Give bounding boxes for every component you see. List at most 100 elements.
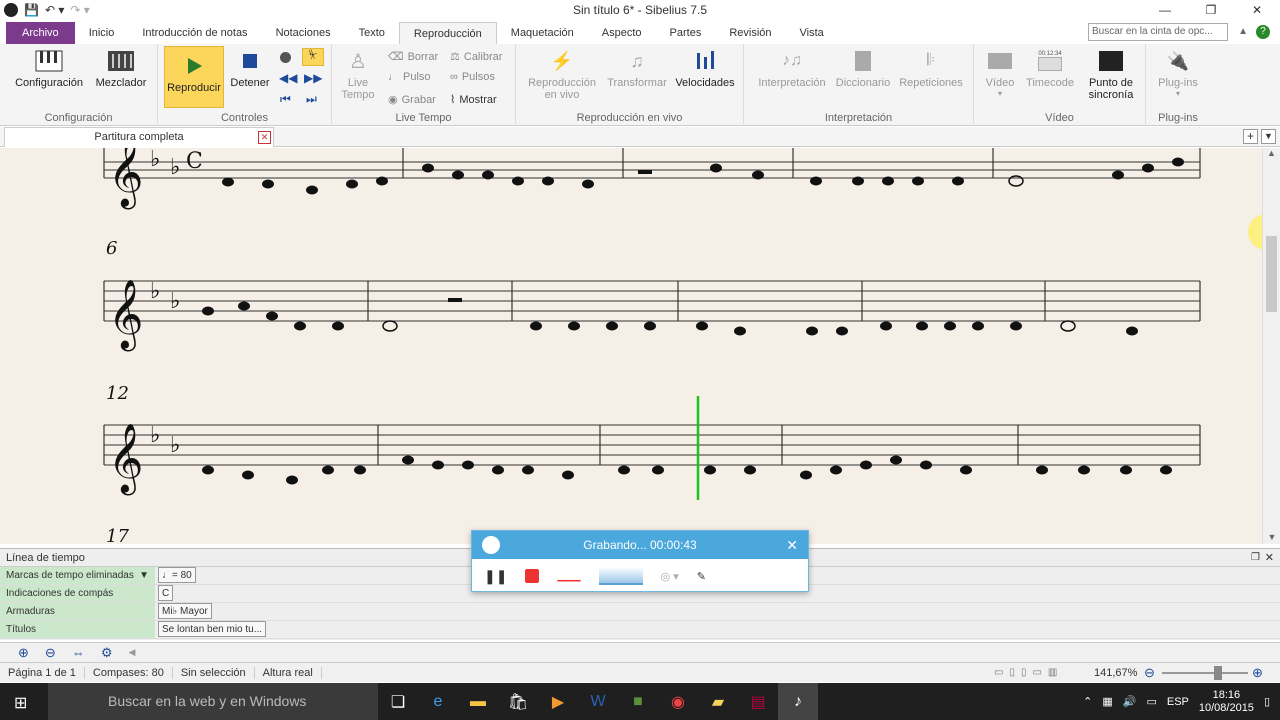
tab-partitura-completa[interactable]: Partitura completa ✕ [4, 127, 274, 147]
zoom-out-button[interactable]: ⊖ [1144, 665, 1155, 681]
rewind-icon[interactable]: ◀◀ [279, 71, 297, 85]
chrome-icon[interactable]: ◉ [658, 683, 698, 720]
settings-icon[interactable]: ⚙ [101, 645, 113, 661]
tab-aspecto[interactable]: Aspecto [588, 22, 656, 44]
velocidades-button[interactable]: Velocidades [672, 48, 738, 89]
plug-ins-button[interactable]: 🔌 Plug-ins ▾ [1152, 48, 1204, 99]
timeline-value[interactable]: Se lontan ben mio tu... [158, 621, 267, 637]
scroll-up-icon[interactable]: ▲ [1263, 148, 1280, 158]
punto-de-sincronia-button[interactable]: Punto de sincronía [1080, 48, 1142, 101]
audio-level-icon[interactable]: ▁▁▁ [557, 571, 580, 582]
tab-texto[interactable]: Texto [345, 22, 399, 44]
metronome-icon[interactable]: ⏧ [302, 48, 324, 66]
go-to-end-icon[interactable]: ⏭ [306, 92, 317, 107]
view-mode-icons[interactable]: ▭▯▯▭▥ [994, 667, 1063, 678]
tab-archivo[interactable]: Archivo [6, 22, 75, 44]
maximize-button[interactable]: ❐ [1188, 0, 1234, 20]
live-tempo-button[interactable]: ♙ Live Tempo [338, 48, 378, 102]
save-icon[interactable]: 💾 [24, 3, 39, 17]
configuracion-button[interactable]: Configuración [10, 48, 88, 89]
grabar-button[interactable]: ◉ Grabar [388, 93, 436, 107]
score-view[interactable]: 𝄞 𝄞 𝄞 ♭ ♭ C ♭ ♭ ♭ ♭ 6 12 17 [0, 148, 1262, 544]
action-center-icon[interactable]: ▯ [1264, 695, 1270, 708]
pause-icon[interactable]: ❚❚ [484, 568, 507, 585]
vertical-scrollbar[interactable]: ▲ ▼ [1262, 148, 1280, 544]
pulsos-button[interactable]: ∞ Pulsos [450, 71, 495, 83]
tab-vista[interactable]: Vista [786, 22, 838, 44]
pulso-button[interactable]: ♩ Pulso [388, 71, 431, 83]
fast-forward-icon[interactable]: ▶▶ [304, 71, 322, 85]
borrar-button[interactable]: ⌫ Borrar [388, 50, 438, 64]
fit-width-icon[interactable]: ⇔ [72, 645, 85, 660]
undo-icon[interactable]: ↶ ▾ [45, 3, 64, 17]
add-tab-icon[interactable]: + [1243, 129, 1258, 144]
scroll-down-icon[interactable]: ▼ [1263, 532, 1280, 542]
transformar-button[interactable]: ♫ Transformar [604, 48, 670, 90]
tab-introduccion-notas[interactable]: Introducción de notas [128, 22, 261, 44]
timeline-value[interactable]: Mi♭ Mayor [158, 603, 212, 619]
zoom-slider[interactable] [1162, 672, 1248, 674]
task-view-icon[interactable]: ❏ [378, 683, 418, 720]
zoom-out-icon[interactable]: ⊖ [45, 645, 56, 661]
repeticiones-button[interactable]: 𝄆 Repeticiones [896, 48, 966, 89]
stop-recording-icon[interactable] [525, 569, 540, 583]
mezclador-button[interactable]: Mezclador [92, 48, 150, 89]
close-button[interactable]: ✕ [1234, 0, 1280, 20]
interpretacion-button[interactable]: ♪♫ Interpretación [752, 48, 832, 89]
video-button[interactable]: Vídeo ▾ [980, 48, 1020, 98]
taskbar-search-input[interactable]: Buscar en la web y en Windows [48, 683, 378, 720]
scroll-thumb[interactable] [1266, 236, 1277, 312]
timeline-value[interactable]: C [158, 585, 174, 601]
tab-reproduccion[interactable]: Reproducción [398, 22, 497, 44]
word-icon[interactable]: W [578, 683, 618, 720]
network-icon[interactable]: ▦ [1102, 695, 1112, 708]
reproducir-button[interactable]: Reproducir [164, 46, 224, 108]
tab-notaciones[interactable]: Notaciones [262, 22, 345, 44]
archive-icon[interactable]: ▤ [738, 683, 778, 720]
timeline-row[interactable]: Armaduras Mi♭ Mayor [0, 603, 1280, 621]
mostrar-button[interactable]: ⌇ Mostrar [450, 93, 497, 107]
edge-icon[interactable]: e [418, 683, 458, 720]
file-explorer-icon[interactable]: ▬ [458, 683, 498, 720]
recorder-close-icon[interactable]: ✕ [786, 531, 798, 559]
minecraft-icon[interactable]: ■ [618, 683, 658, 720]
timeline-close-icon[interactable]: ✕ [1265, 551, 1274, 564]
media-icon[interactable]: ▶ [538, 683, 578, 720]
zoom-slider-thumb[interactable] [1214, 666, 1222, 680]
minimize-button[interactable]: — [1142, 0, 1188, 20]
close-tab-icon[interactable]: ✕ [258, 131, 271, 144]
calibrar-button[interactable]: ⚖ Calibrar [450, 50, 502, 64]
tab-revision[interactable]: Revisión [715, 22, 785, 44]
tab-maquetacion[interactable]: Maquetación [497, 22, 588, 44]
timeline-scroll-left-icon[interactable]: ◀ [128, 647, 135, 658]
diccionario-button[interactable]: Diccionario [832, 48, 894, 89]
webcam-area-icon[interactable] [598, 567, 643, 585]
timecode-button[interactable]: 00:12:34 Timecode [1022, 48, 1078, 89]
tab-menu-icon[interactable]: ▼ [1261, 129, 1276, 144]
tab-partes[interactable]: Partes [656, 22, 716, 44]
tray-chevron-icon[interactable]: ⌃ [1083, 695, 1092, 708]
go-to-start-icon[interactable]: ⏮ [280, 92, 291, 107]
zoom-in-icon[interactable]: ⊕ [18, 645, 29, 661]
ribbon-search-input[interactable]: Buscar en la cinta de opc... [1088, 23, 1228, 41]
collapse-ribbon-icon[interactable]: ▲ [1238, 26, 1248, 37]
timeline-float-icon[interactable]: ❐ [1251, 552, 1260, 563]
filter-icon[interactable]: ▼ [139, 570, 149, 581]
timeline-row[interactable]: Títulos Se lontan ben mio tu... [0, 621, 1280, 639]
tab-inicio[interactable]: Inicio [75, 22, 129, 44]
pen-icon[interactable]: ✎ [697, 570, 706, 583]
notification-icon[interactable]: ▭ [1146, 695, 1156, 708]
detener-button[interactable]: Detener [228, 48, 272, 89]
store-icon[interactable]: 🛍 [498, 683, 538, 720]
record-icon[interactable] [280, 52, 291, 63]
folder-icon[interactable]: ▰ [698, 683, 738, 720]
clock[interactable]: 18:16 10/08/2015 [1199, 689, 1254, 715]
windows-start-icon[interactable]: ⊞ [14, 693, 27, 713]
volume-icon[interactable]: 🔊 [1123, 695, 1137, 708]
timeline-value[interactable]: ♩= 80 [158, 567, 196, 583]
sibelius-taskbar-icon[interactable]: ♪ [778, 683, 818, 720]
language-indicator[interactable]: ESP [1167, 696, 1189, 708]
help-icon[interactable]: ? [1256, 25, 1270, 39]
redo-icon[interactable]: ↷ ▾ [70, 3, 89, 17]
zoom-in-button[interactable]: ⊕ [1252, 665, 1263, 681]
